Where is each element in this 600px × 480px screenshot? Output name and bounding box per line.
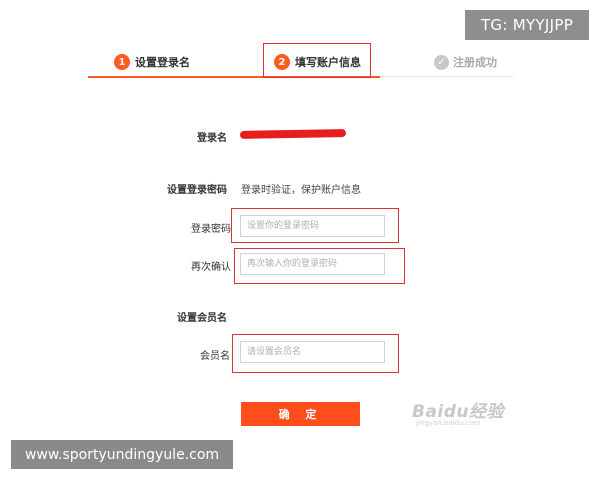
- step-registration-success: ✓ 注册成功: [434, 52, 497, 72]
- step-number-2: 2: [274, 54, 290, 70]
- website-overlay-banner: www.sportyundingyule.com: [11, 440, 233, 469]
- step-number-1: 1: [114, 54, 130, 70]
- confirm-password-label: 再次确认: [191, 262, 231, 273]
- watermark-url: jingyan.baidu.com: [416, 419, 481, 427]
- member-name-input[interactable]: [240, 341, 385, 363]
- step-label: 注册成功: [453, 56, 497, 69]
- confirm-password-input[interactable]: [240, 253, 385, 275]
- member-name-label: 会员名: [200, 351, 230, 362]
- step-label: 设置登录名: [135, 56, 190, 69]
- step-label: 填写账户信息: [295, 56, 361, 69]
- password-input[interactable]: [240, 215, 385, 237]
- confirm-button[interactable]: 确 定: [241, 402, 360, 426]
- step-fill-account-info: 2 填写账户信息: [274, 52, 361, 72]
- password-label: 登录密码: [191, 224, 231, 235]
- check-icon: ✓: [434, 54, 449, 70]
- step-set-login-name: 1 设置登录名: [114, 52, 190, 72]
- redacted-login-name: [239, 129, 347, 139]
- member-section-label: 设置会员名: [177, 313, 227, 324]
- password-hint: 登录时验证，保护账户信息: [241, 185, 361, 196]
- password-section-label: 设置登录密码: [167, 185, 227, 196]
- step-progress-line-inactive: [380, 76, 513, 77]
- registration-steps: 1 设置登录名 2 填写账户信息 ✓ 注册成功: [0, 38, 600, 88]
- step-progress-line-active: [88, 76, 380, 78]
- telegram-overlay-badge: TG: MYYJJPP: [465, 10, 589, 40]
- login-name-label: 登录名: [197, 133, 227, 144]
